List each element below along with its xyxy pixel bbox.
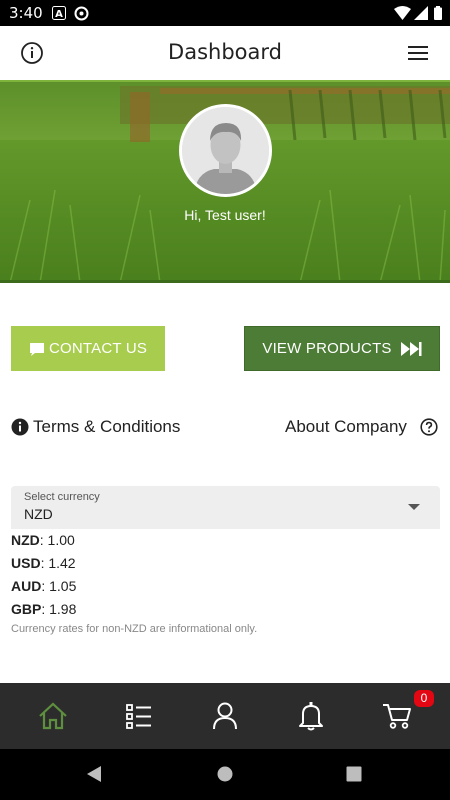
- rate-row-aud: AUD: 1.05: [11, 578, 76, 601]
- about-company-label: About Company: [285, 417, 407, 436]
- nav-profile[interactable]: [208, 699, 242, 733]
- hero-banner: Hi, Test user!: [0, 80, 450, 283]
- rate-value: : 1.42: [40, 555, 76, 571]
- rate-code: NZD: [11, 532, 40, 548]
- recents-square-icon: [346, 766, 362, 782]
- currency-rates: NZD: 1.00 USD: 1.42 AUD: 1.05 GBP: 1.98: [11, 532, 76, 624]
- nav-notifications[interactable]: [294, 699, 328, 733]
- home-circle-icon: [217, 766, 233, 782]
- back-triangle-icon: [87, 766, 101, 782]
- view-products-label: VIEW PRODUCTS: [262, 340, 392, 357]
- dropdown-arrow-icon: [408, 504, 420, 510]
- menu-button[interactable]: [408, 44, 430, 62]
- wifi-icon: [394, 6, 411, 25]
- list-icon: [126, 704, 151, 729]
- rate-value: : 1.00: [39, 532, 75, 548]
- avatar[interactable]: [179, 104, 272, 197]
- rate-row-nzd: NZD: 1.00: [11, 532, 76, 555]
- currency-note: Currency rates for non-NZD are informati…: [11, 623, 258, 635]
- cart-count-badge: 0: [414, 690, 434, 707]
- nav-home[interactable]: [36, 699, 70, 733]
- status-time: 3:40: [9, 4, 43, 22]
- rate-value: : 1.98: [41, 601, 77, 617]
- rate-value: : 1.05: [41, 578, 77, 594]
- terms-conditions-label: Terms & Conditions: [33, 417, 181, 436]
- greeting-text: Hi, Test user!: [184, 207, 266, 223]
- rate-code: USD: [11, 555, 41, 571]
- about-company-link[interactable]: About Company: [285, 417, 438, 437]
- chat-icon: [29, 342, 44, 356]
- sync-icon: [74, 6, 89, 26]
- home-system-button[interactable]: [217, 766, 233, 787]
- currency-select[interactable]: Select currency NZD: [11, 486, 440, 529]
- contact-us-label: CONTACT US: [48, 340, 148, 357]
- info-filled-icon: [11, 418, 29, 436]
- terms-conditions-link[interactable]: Terms & Conditions: [11, 417, 180, 437]
- rate-row-gbp: GBP: 1.98: [11, 601, 76, 624]
- currency-select-label: Select currency: [24, 491, 100, 503]
- signal-icon: [414, 6, 428, 25]
- nav-cart[interactable]: [380, 699, 414, 733]
- back-button[interactable]: [86, 765, 102, 788]
- a-notification-icon: A: [52, 6, 66, 25]
- battery-icon: [434, 6, 442, 25]
- bell-icon: [299, 702, 323, 731]
- currency-select-value: NZD: [24, 506, 53, 522]
- system-navigation-bar: [0, 749, 450, 800]
- fast-forward-icon: [400, 341, 422, 356]
- hamburger-icon: [408, 46, 428, 60]
- rate-code: AUD: [11, 578, 42, 594]
- user-avatar-icon: [182, 107, 269, 194]
- rate-code: GBP: [11, 601, 42, 617]
- home-icon: [39, 702, 67, 730]
- contact-us-button[interactable]: CONTACT US: [11, 326, 165, 371]
- page-title: Dashboard: [168, 40, 282, 64]
- help-icon: [420, 418, 438, 436]
- user-icon: [213, 702, 237, 730]
- svg-text:A: A: [55, 9, 63, 20]
- rate-row-usd: USD: 1.42: [11, 555, 76, 578]
- view-products-button[interactable]: VIEW PRODUCTS: [244, 326, 440, 371]
- recents-button[interactable]: [346, 766, 362, 787]
- status-bar: 3:40 A: [0, 0, 450, 26]
- nav-list[interactable]: [122, 699, 156, 733]
- bottom-navigation: [0, 683, 450, 749]
- app-bar: Dashboard: [0, 26, 450, 80]
- cart-icon: [383, 704, 411, 729]
